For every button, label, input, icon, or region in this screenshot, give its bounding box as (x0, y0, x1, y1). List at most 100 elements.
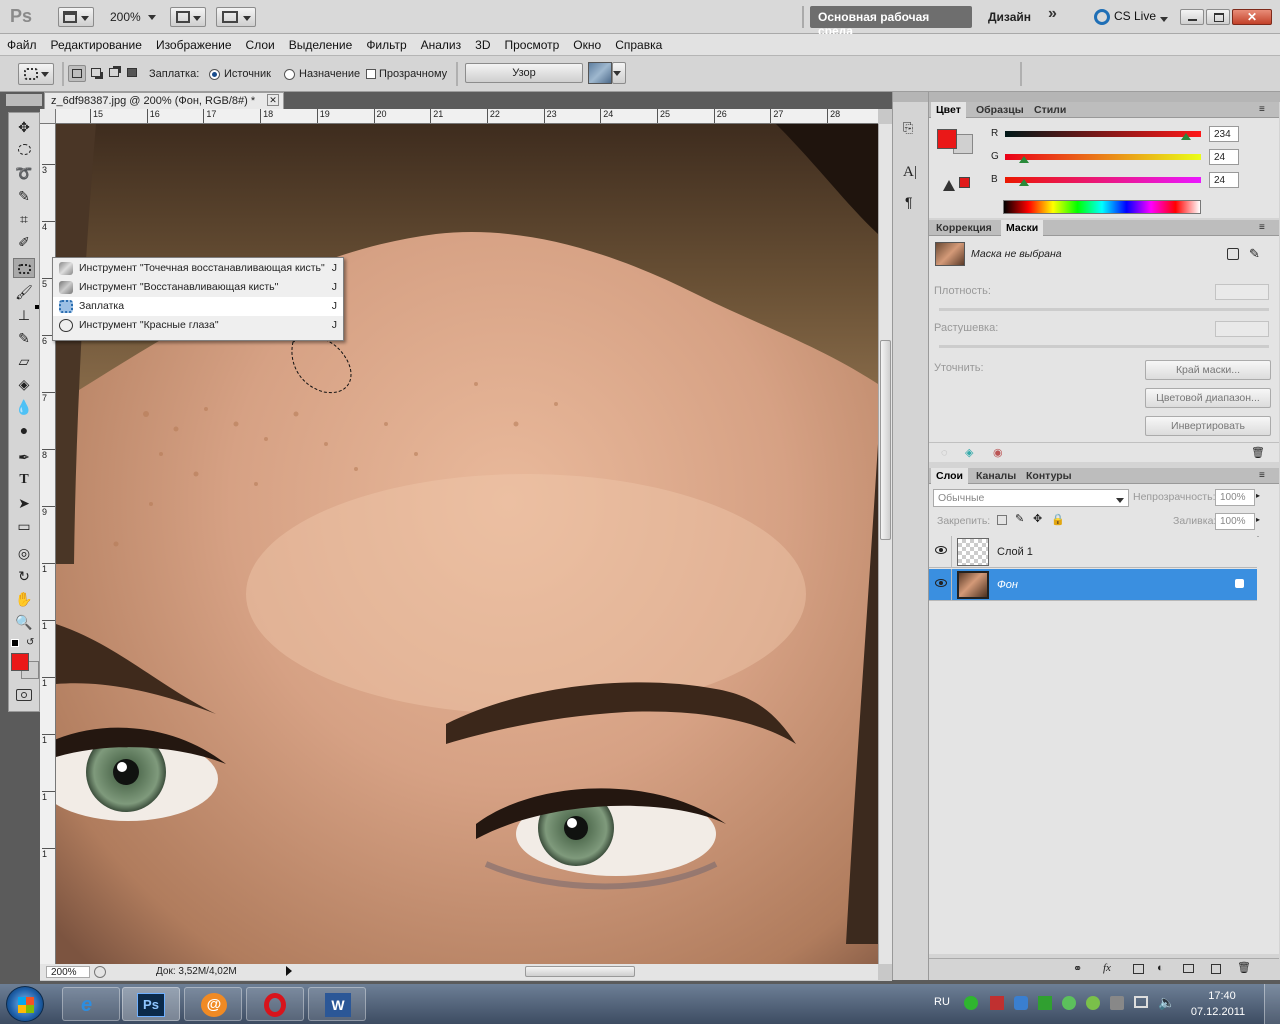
clock-date[interactable]: 07.12.2011 (1186, 1006, 1250, 1018)
character-panel-icon[interactable]: A| (903, 164, 917, 181)
pattern-swatch[interactable] (588, 62, 612, 84)
language-indicator[interactable]: RU (934, 996, 950, 1008)
restore-button[interactable] (1206, 9, 1230, 25)
close-window-button[interactable]: ✕ (1232, 9, 1272, 25)
intersect-selection-button[interactable] (124, 65, 142, 82)
layer-row-layer-1[interactable]: Слой 1 (929, 536, 1257, 568)
link-layers-icon[interactable]: ⚭ (1073, 962, 1082, 975)
add-vector-mask-icon[interactable]: ✎ (1249, 246, 1260, 262)
use-pattern-button[interactable]: Узор (465, 63, 583, 83)
swap-colors-icon[interactable]: ↺ (26, 637, 34, 648)
tab-styles[interactable]: Стили (1029, 102, 1071, 118)
layer-style-fx-icon[interactable]: fx (1103, 962, 1111, 974)
brush-tool-icon[interactable]: 🖌 (13, 282, 35, 302)
hand-tool-icon[interactable]: ✋ (13, 589, 35, 609)
vertical-scroll-thumb[interactable] (880, 340, 891, 540)
lasso-tool-icon[interactable]: ➰ (13, 163, 35, 183)
tray-icon-6[interactable] (1086, 996, 1100, 1010)
menu-help[interactable]: Справка (608, 34, 669, 52)
adjustment-layer-icon[interactable]: ◐ (1157, 962, 1164, 974)
foreground-color-swatch[interactable] (11, 653, 29, 671)
add-to-selection-button[interactable] (88, 65, 106, 82)
add-mask-icon[interactable] (1133, 964, 1144, 974)
new-group-icon[interactable] (1183, 964, 1194, 973)
flyout-item-healing-brush[interactable]: Инструмент "Восстанавливающая кисть" J (53, 278, 343, 297)
pen-tool-icon[interactable]: ✒ (13, 447, 35, 467)
history-brush-tool-icon[interactable]: ✎ (13, 328, 35, 348)
tray-icon-4[interactable] (1038, 996, 1052, 1010)
b-slider-thumb[interactable] (1019, 174, 1029, 186)
new-layer-icon[interactable] (1211, 964, 1221, 974)
launch-bridge-button[interactable] (58, 7, 94, 27)
load-selection-icon[interactable]: ◌ (941, 447, 948, 459)
default-colors-icon[interactable] (11, 639, 19, 647)
g-slider[interactable] (1005, 154, 1201, 160)
menu-filter[interactable]: Фильтр (359, 34, 413, 52)
blur-tool-icon[interactable]: 💧 (13, 397, 35, 417)
tray-icon-7[interactable] (1110, 996, 1124, 1010)
dodge-tool-icon[interactable]: ● (13, 420, 35, 440)
tray-icon-2[interactable] (990, 996, 1004, 1010)
menu-view[interactable]: Просмотр (497, 34, 566, 52)
quick-mask-icon[interactable] (16, 689, 32, 701)
taskbar-word-button[interactable]: W (308, 987, 366, 1021)
lock-pixels-icon[interactable]: ✎ (1015, 512, 1024, 525)
image-canvas[interactable] (56, 124, 878, 964)
opacity-arrow-icon[interactable]: ▸ (1256, 491, 1260, 500)
screen-mode-button[interactable] (216, 7, 256, 27)
paragraph-panel-icon[interactable]: ¶ (905, 194, 913, 210)
menu-edit[interactable]: Редактирование (44, 34, 149, 52)
cs-live-menu[interactable]: CS Live (1114, 9, 1172, 27)
taskbar-photoshop-button[interactable]: Ps (122, 987, 180, 1021)
patch-tool-icon[interactable] (13, 258, 35, 278)
tray-icon-3[interactable] (1014, 996, 1028, 1010)
paint-bucket-tool-icon[interactable]: ◈ (13, 374, 35, 394)
quick-selection-tool-icon[interactable]: ✎ (13, 186, 35, 206)
tab-layers[interactable]: Слои (931, 468, 968, 484)
taskbar-opera-button[interactable] (246, 987, 304, 1021)
type-tool-icon[interactable]: T (13, 470, 35, 490)
tray-icon-5[interactable] (1062, 996, 1076, 1010)
tab-masks[interactable]: Маски (1001, 220, 1044, 236)
taskbar-mail-button[interactable]: @ (184, 987, 242, 1021)
document-tab[interactable]: z_6df98387.jpg @ 200% (Фон, RGB/8#) * ✕ (44, 92, 284, 109)
fill-arrow-icon[interactable]: ▸ (1256, 515, 1260, 524)
more-workspaces-chevron-icon[interactable]: » (1048, 5, 1057, 23)
color-range-button[interactable]: Цветовой диапазон... (1145, 388, 1271, 408)
menu-select[interactable]: Выделение (282, 34, 360, 52)
menu-file[interactable]: Файл (0, 34, 44, 52)
horizontal-scroll-thumb[interactable] (525, 966, 635, 977)
vertical-ruler[interactable]: 3456789111111 (40, 124, 56, 964)
flyout-item-red-eye[interactable]: Инструмент "Красные глаза" J (53, 316, 343, 335)
layer-row-background[interactable]: Фон (929, 569, 1257, 601)
eyedropper-tool-icon[interactable]: ✐ (13, 232, 35, 252)
menu-3d[interactable]: 3D (468, 34, 497, 52)
delete-layer-icon[interactable]: 🗑 (1237, 961, 1251, 974)
color-spectrum-bar[interactable] (1003, 200, 1201, 214)
pattern-dropdown[interactable] (612, 62, 626, 84)
density-field[interactable] (1215, 284, 1269, 300)
move-tool-icon[interactable]: ✥ (13, 117, 35, 137)
r-slider[interactable] (1005, 131, 1201, 137)
delete-mask-icon[interactable]: 🗑 (1251, 446, 1265, 459)
marquee-tool-icon[interactable] (13, 140, 35, 160)
taskbar-ie-button[interactable]: e (62, 987, 120, 1021)
g-value-field[interactable]: 24 (1209, 149, 1239, 165)
new-selection-button[interactable] (68, 65, 86, 82)
lock-transparency-icon[interactable] (997, 515, 1007, 525)
workspace-essentials-button[interactable]: Основная рабочая среда (810, 6, 972, 38)
g-slider-thumb[interactable] (1019, 151, 1029, 163)
status-menu-arrow-icon[interactable] (286, 966, 297, 976)
status-info-icon[interactable] (94, 966, 106, 978)
add-pixel-mask-icon[interactable] (1227, 248, 1239, 260)
volume-icon[interactable]: 🔈 (1158, 994, 1175, 1011)
opacity-field[interactable]: 100% (1215, 489, 1255, 506)
disable-mask-icon[interactable]: ◉ (993, 446, 1003, 459)
tab-adjustments[interactable]: Коррекция (931, 220, 997, 236)
tab-channels[interactable]: Каналы (971, 468, 1021, 484)
feather-slider[interactable] (939, 345, 1269, 348)
density-slider[interactable] (939, 308, 1269, 311)
menu-analysis[interactable]: Анализ (414, 34, 469, 52)
clone-stamp-tool-icon[interactable]: ⊥ (13, 305, 35, 325)
horizontal-scrollbar[interactable] (300, 964, 878, 980)
